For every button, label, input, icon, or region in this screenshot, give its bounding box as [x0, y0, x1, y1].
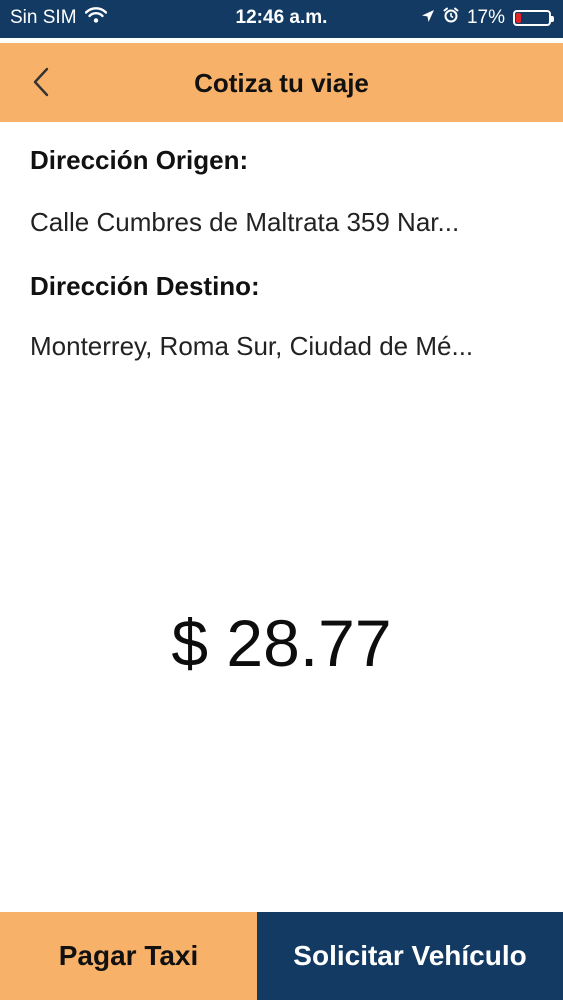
origin-address: Calle Cumbres de Maltrata 359 Nar...	[30, 207, 460, 237]
status-bar: Sin SIM 12:46 a.m. 17%	[0, 0, 563, 38]
page-title: Cotiza tu viaje	[194, 68, 369, 98]
battery-percent: 17%	[466, 7, 505, 28]
quote-price: $ 28.77	[171, 606, 392, 680]
request-vehicle-button[interactable]: Solicitar Vehículo	[257, 912, 563, 1000]
nav-bar: Cotiza tu viaje	[0, 43, 563, 122]
origin-label: Dirección Origen:	[30, 145, 249, 175]
alarm-icon	[443, 7, 459, 29]
battery-icon	[513, 10, 554, 26]
battery-level	[516, 13, 521, 23]
destination-address: Monterrey, Roma Sur, Ciudad de Mé...	[30, 331, 474, 361]
footer-actions: Pagar Taxi Solicitar Vehículo	[0, 912, 563, 1000]
location-arrow-icon	[421, 7, 435, 29]
pay-taxi-button[interactable]: Pagar Taxi	[0, 912, 257, 1000]
status-right: 17%	[421, 7, 554, 29]
destination-label: Dirección Destino:	[30, 271, 260, 301]
